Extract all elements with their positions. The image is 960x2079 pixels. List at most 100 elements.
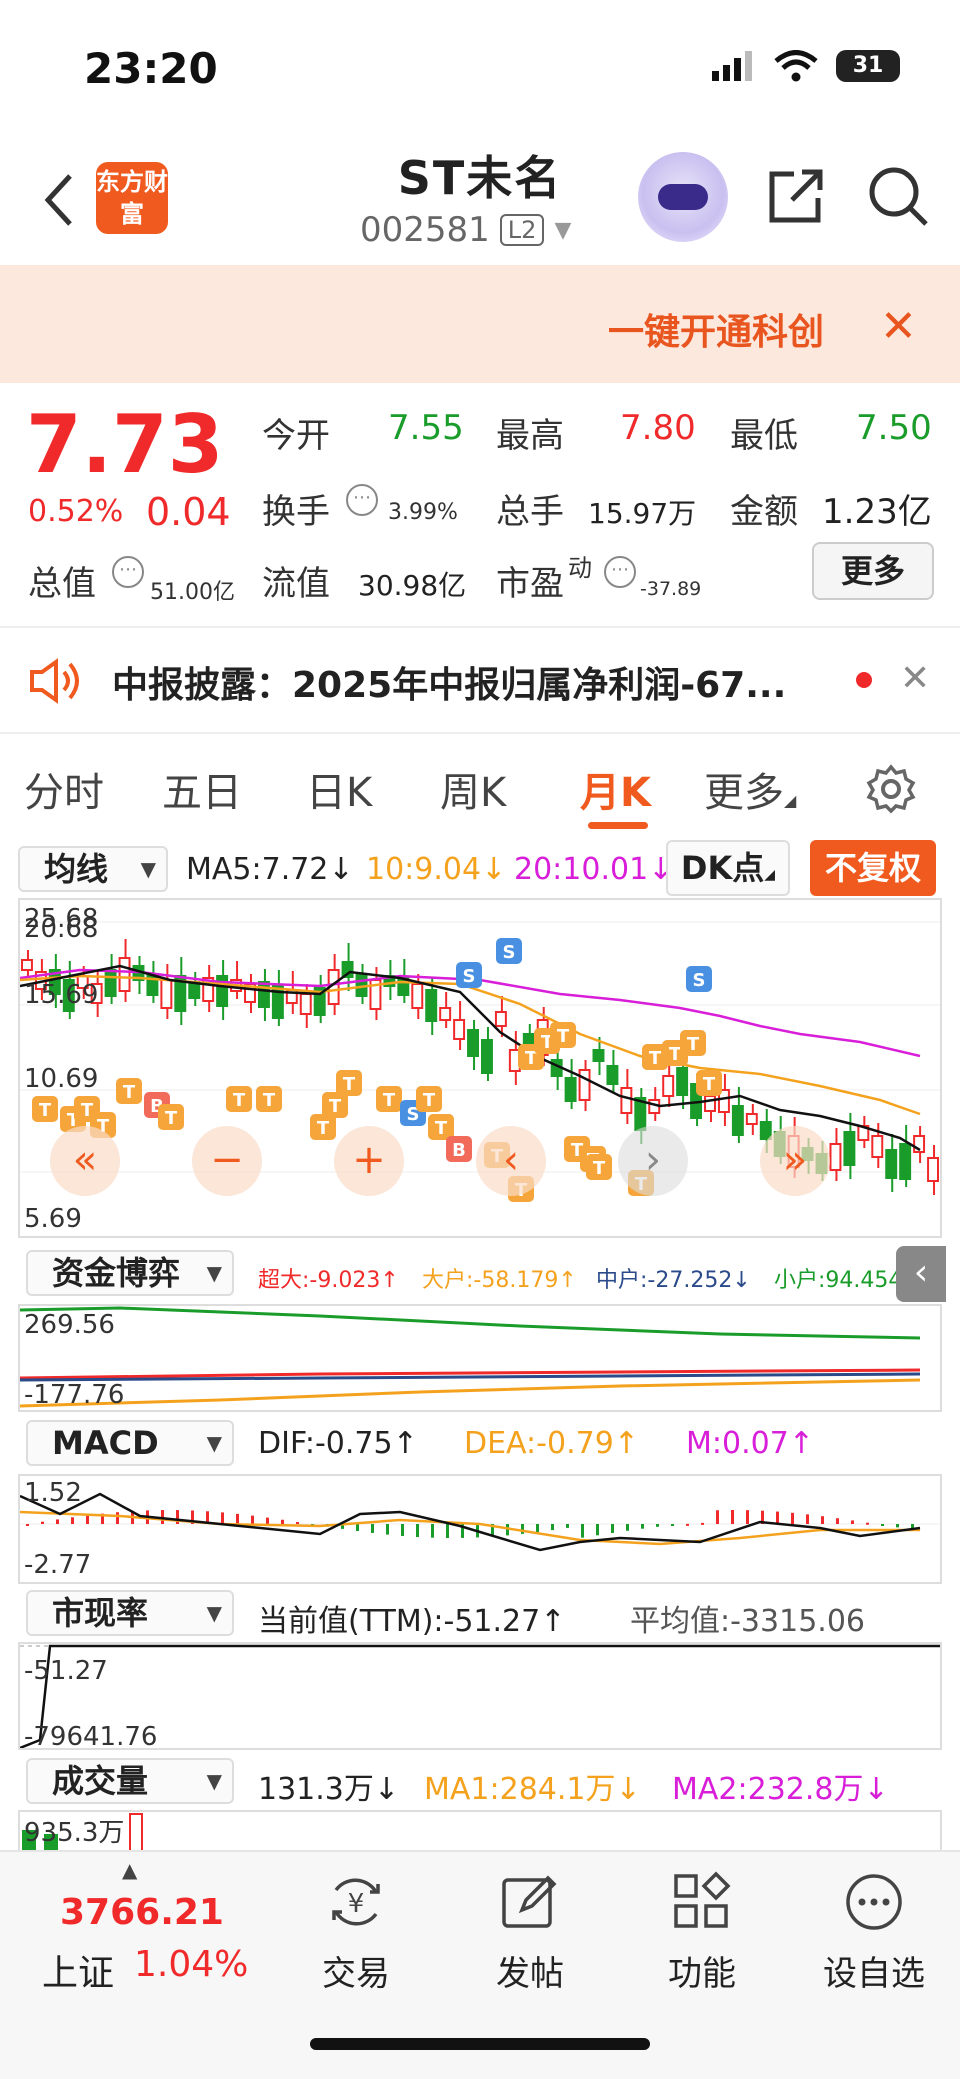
macd-bar xyxy=(746,1510,749,1524)
pcf-y-bottom: -79641.76 xyxy=(24,1722,158,1752)
nav-add-watchlist[interactable]: 设自选 xyxy=(804,1870,944,1995)
candle xyxy=(453,1019,466,1040)
stock-header: 东方财富 ST未名 002581 L2 ▼ xyxy=(0,130,960,265)
macd-bar xyxy=(86,1515,89,1524)
pcf-current: 当前值(TTM):-51.27↑ xyxy=(258,1604,566,1639)
index-value[interactable]: 3766.21 xyxy=(60,1892,224,1933)
expand-panel-button[interactable]: ‹ xyxy=(896,1246,946,1302)
candle xyxy=(745,1113,758,1125)
marker-label: T xyxy=(383,1090,396,1111)
kline-chart[interactable]: TTTTTBTTTTTTTSTTSSBTTTTTTTTTTTTST 25.68 … xyxy=(18,898,942,1238)
marker-label: T xyxy=(343,1074,356,1095)
tab-monthly-k[interactable]: 月K xyxy=(580,760,651,818)
nav-function[interactable]: 功能 xyxy=(632,1870,772,1995)
close-icon[interactable]: ✕ xyxy=(880,301,917,352)
macd-bar xyxy=(26,1524,29,1526)
marker-label: T xyxy=(263,1090,276,1111)
capital-chart[interactable]: 269.56 -177.76 xyxy=(18,1304,942,1412)
candle xyxy=(257,981,270,1008)
open-value: 7.55 xyxy=(388,408,464,448)
capital-canvas xyxy=(19,1306,921,1408)
share-icon[interactable] xyxy=(764,164,828,228)
info-icon[interactable]: ⋯ xyxy=(604,556,636,588)
candle xyxy=(494,1011,507,1027)
macd-bar xyxy=(671,1524,674,1526)
candle xyxy=(731,1105,744,1136)
info-icon[interactable]: ⋯ xyxy=(112,556,144,588)
candle xyxy=(606,1065,619,1085)
pcf-canvas xyxy=(19,1644,940,1750)
volume-chart[interactable]: 935.3万 xyxy=(18,1810,942,1853)
tab-weekly-k[interactable]: 周K xyxy=(440,760,506,818)
volume-canvas xyxy=(22,1813,143,1853)
macd-bar xyxy=(536,1524,539,1533)
nav-trade[interactable]: ¥ 交易 xyxy=(286,1870,426,1995)
scroll-left-button[interactable]: ‹ xyxy=(476,1126,546,1196)
close-icon[interactable]: ✕ xyxy=(900,658,930,699)
scroll-first-button[interactable]: « xyxy=(50,1126,120,1196)
macd-bar xyxy=(791,1512,794,1524)
index-name[interactable]: 上证 xyxy=(42,1944,114,1996)
stock-code-selector[interactable]: 002581 L2 ▼ xyxy=(360,210,571,250)
macd-bar xyxy=(356,1524,359,1532)
candle xyxy=(620,1087,633,1114)
promo-banner[interactable]: 一键开通科创 ✕ xyxy=(0,265,960,383)
info-icon[interactable]: ⋯ xyxy=(346,484,378,516)
news-ticker[interactable]: 中报披露：2025年中报归属净利润-67... ✕ xyxy=(0,628,960,732)
more-button[interactable]: 更多 xyxy=(812,542,934,600)
marker-label: T xyxy=(649,1048,662,1069)
gear-icon[interactable] xyxy=(866,764,916,814)
status-time: 23:20 xyxy=(84,44,218,93)
capital-selector-label: 资金博弈 xyxy=(52,1254,181,1292)
macd-y-bottom: -2.77 xyxy=(24,1550,92,1580)
ai-assistant-icon[interactable] xyxy=(638,152,728,242)
marker-label: T xyxy=(557,1026,570,1047)
pcf-selector[interactable]: 市现率 ▼ xyxy=(26,1590,234,1636)
nav-trade-label: 交易 xyxy=(322,1954,390,1994)
pcf-chart[interactable]: -51.27 -79641.76 xyxy=(18,1642,942,1752)
macd-bar xyxy=(416,1524,419,1538)
change-pct: 0.52% xyxy=(28,494,124,529)
more-options-icon xyxy=(846,1874,902,1930)
marker-label: S xyxy=(693,970,706,991)
macd-chart[interactable]: 1.52 -2.77 xyxy=(18,1474,942,1584)
battery-icon: 31 xyxy=(836,50,900,82)
tab-intraday[interactable]: 分时 xyxy=(24,760,104,818)
candle xyxy=(481,1039,493,1074)
candle xyxy=(21,959,33,971)
home-indicator xyxy=(310,2038,650,2050)
nav-post[interactable]: 发帖 xyxy=(460,1870,600,1995)
macd-bar xyxy=(281,1519,284,1524)
scroll-right-button[interactable]: › xyxy=(618,1126,688,1196)
marker-label: T xyxy=(423,1090,436,1111)
scroll-last-button[interactable]: » xyxy=(760,1126,830,1196)
index-change-pct[interactable]: 1.04% xyxy=(134,1944,248,1985)
macd-bar xyxy=(866,1522,869,1525)
marker-label: T xyxy=(233,1090,246,1111)
macd-bar xyxy=(641,1524,644,1529)
tab-more[interactable]: 更多◢ xyxy=(704,760,796,818)
macd-bar xyxy=(41,1521,44,1524)
ma-selector[interactable]: 均线 ▼ xyxy=(18,846,168,892)
dropdown-corner-icon: ◢ xyxy=(764,867,776,883)
expand-up-icon[interactable]: ▲ xyxy=(122,1858,137,1882)
chevron-down-icon: ▼ xyxy=(206,1261,222,1285)
tab-daily-k[interactable]: 日K xyxy=(306,760,372,818)
no-adjust-button[interactable]: 不复权 xyxy=(810,840,936,896)
candle xyxy=(592,1049,605,1062)
volume-selector[interactable]: 成交量 ▼ xyxy=(26,1758,234,1804)
tab-five-day[interactable]: 五日 xyxy=(162,760,242,818)
ma5-value: MA5:7.72↓ xyxy=(186,852,354,887)
search-icon[interactable] xyxy=(866,164,930,228)
macd-bar xyxy=(371,1524,374,1533)
macd-selector[interactable]: MACD ▼ xyxy=(26,1420,234,1466)
zoom-out-button[interactable]: − xyxy=(192,1126,262,1196)
zoom-in-button[interactable]: + xyxy=(334,1126,404,1196)
capital-selector[interactable]: 资金博弈 ▼ xyxy=(26,1250,234,1296)
dk-point-button[interactable]: DK点◢ xyxy=(666,840,790,896)
signal-icon xyxy=(712,51,752,81)
vol-ma2-value: MA2:232.8万↓ xyxy=(672,1772,889,1807)
high-value: 7.80 xyxy=(620,408,696,448)
dif-value: DIF:-0.75↑ xyxy=(258,1426,418,1461)
candle xyxy=(704,1095,716,1112)
